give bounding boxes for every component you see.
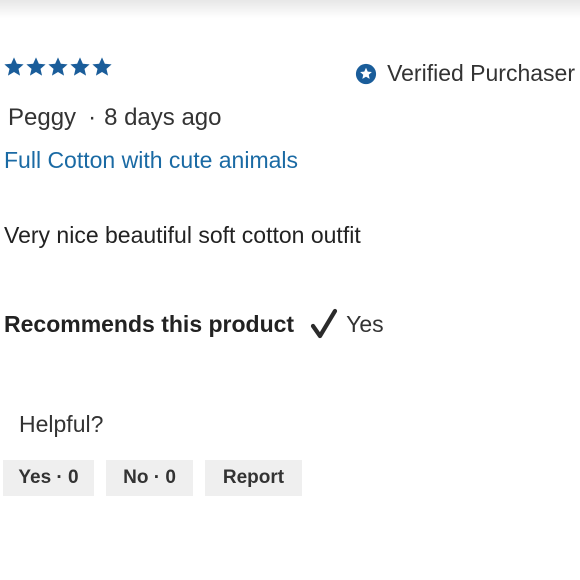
star-icon: [48, 57, 68, 76]
verified-label: Verified Purchaser: [387, 60, 575, 86]
author-name: Peggy: [8, 104, 77, 131]
report-button[interactable]: Report: [205, 460, 302, 496]
review-meta: Peggy · 8 days ago: [8, 104, 221, 132]
star-icon: [26, 57, 46, 76]
meta-separator: ·: [88, 104, 97, 131]
recommends-value: Yes: [346, 310, 384, 337]
recommends-label: Recommends this product: [4, 310, 295, 337]
verified-purchaser-badge: Verified Purchaser: [355, 60, 575, 87]
recommends-row: Recommends this product Yes: [4, 308, 384, 340]
review-date: 8 days ago: [104, 104, 222, 131]
star-icon: [4, 57, 24, 76]
top-shadow: [0, 0, 580, 18]
helpful-label: Helpful?: [19, 411, 104, 437]
verified-badge-icon: [355, 63, 377, 84]
star-icon: [70, 57, 90, 76]
checkmark-icon: [311, 308, 338, 339]
star-icon: [92, 57, 112, 76]
review-title: Full Cotton with cute animals: [4, 147, 299, 173]
star-rating: [3, 56, 113, 78]
helpful-no-button[interactable]: No · 0: [106, 460, 193, 496]
review-card: Verified Purchaser Peggy · 8 days ago Full…: [0, 0, 580, 580]
review-body: Very nice beautiful soft cotton outfit: [4, 222, 361, 248]
helpful-yes-button[interactable]: Yes · 0: [3, 460, 94, 496]
feedback-buttons: Yes · 0 No · 0 Report: [3, 460, 302, 496]
